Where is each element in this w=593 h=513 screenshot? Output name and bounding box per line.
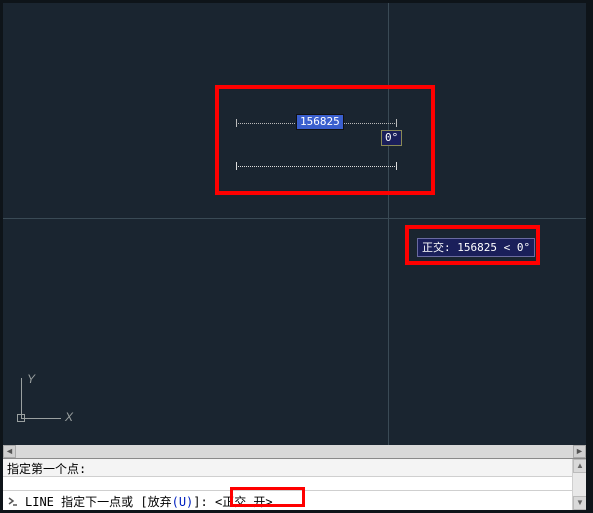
command-scrollbar[interactable]: ▲ ▼ <box>572 459 586 510</box>
scroll-right-button[interactable]: ► <box>573 445 586 458</box>
model-tab-strip[interactable]: ◄ ► <box>3 445 586 458</box>
scroll-left-button[interactable]: ◄ <box>3 445 16 458</box>
annotation-highlight-box <box>405 225 540 265</box>
command-prompt-pre: 指定下一点或 [ <box>54 495 148 509</box>
command-option-key: (U) <box>172 495 194 509</box>
command-prompt-post: ]: <box>193 495 215 509</box>
scroll-up-button[interactable]: ▲ <box>573 459 587 473</box>
crosshair-vertical <box>388 3 389 445</box>
ucs-x-label: X <box>65 410 73 424</box>
command-name: LINE <box>25 495 54 509</box>
command-history-line: 指定第一个点: <box>3 459 586 477</box>
drawing-canvas[interactable]: 156825 0° 正交: 156825 < 0° Y X <box>3 3 586 445</box>
crosshair-horizontal <box>3 218 586 219</box>
window-gutter <box>586 0 593 513</box>
ucs-x-axis <box>21 418 61 419</box>
command-line-icon <box>5 493 21 509</box>
annotation-highlight-box <box>215 85 435 195</box>
command-prompt: LINE 指定下一点或 [放弃(U)]: <box>25 493 215 510</box>
annotation-highlight-box <box>230 487 305 507</box>
command-option-label: 放弃 <box>148 495 172 509</box>
ucs-y-label: Y <box>27 372 35 386</box>
scroll-down-button[interactable]: ▼ <box>573 496 587 510</box>
ucs-y-axis <box>21 378 22 418</box>
ucs-origin-box <box>17 414 25 422</box>
